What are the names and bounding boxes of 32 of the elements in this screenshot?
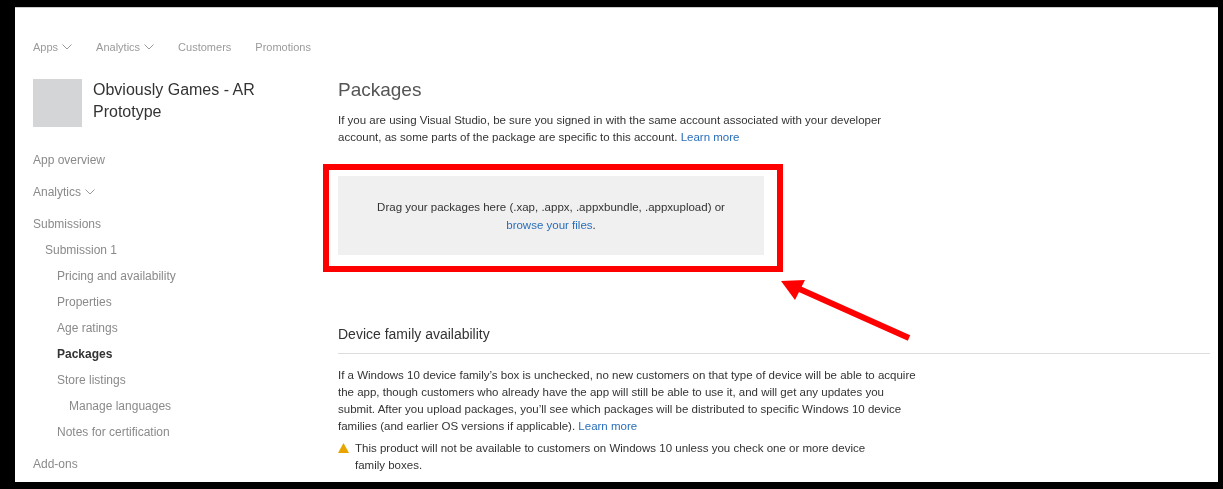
- warning-text: This product will not be available to customers on Windows 10 unless you check one or more device family boxes.: [355, 441, 867, 473]
- sidebar-item[interactable]: Packages: [57, 344, 113, 363]
- sidebar-item[interactable]: Age ratings: [57, 318, 118, 337]
- sidebar-item[interactable]: Properties: [57, 292, 112, 311]
- sidebar-item[interactable]: App overview: [33, 150, 106, 169]
- chevron-down-icon: [144, 44, 155, 51]
- drop-zone-text: Drag your packages here (.xap, .appx, .appxbundle, .appxupload) or browse your files.: [377, 199, 725, 233]
- sidebar-item[interactable]: Manage languages: [69, 396, 172, 415]
- sidebar-item[interactable]: Store listings: [57, 370, 126, 389]
- sidebar-item[interactable]: Pricing and availability: [57, 266, 176, 285]
- page-title: Packages: [338, 77, 423, 102]
- browse-files-link[interactable]: browse your files: [506, 218, 593, 231]
- app-name: Obviously Games - AR Prototype: [93, 79, 256, 122]
- chevron-down-icon: [62, 44, 73, 51]
- warning-icon: [338, 443, 349, 453]
- nav-link[interactable]: Analytics: [96, 39, 155, 56]
- sidebar-item[interactable]: Analytics: [33, 182, 96, 201]
- nav-link[interactable]: Customers: [178, 39, 232, 56]
- app-tile: [33, 78, 82, 127]
- nav-link[interactable]: Apps: [33, 39, 73, 56]
- sidebar-item[interactable]: Notes for certification: [57, 422, 170, 441]
- learn-more-link[interactable]: Learn more: [680, 131, 740, 143]
- intro-text: If you are using Visual Studio, be sure you signed in with the same account associated with your developer account, as some parts of the package are specific to this account. Learn more: [338, 113, 883, 145]
- sidebar-item[interactable]: Submissions: [33, 214, 102, 233]
- chevron-down-icon: [85, 188, 96, 195]
- drop-zone[interactable]: Drag your packages here (.xap, .appx, .appxbundle, .appxupload) or browse your files.: [338, 176, 764, 255]
- section-text: If a Windows 10 device family’s box is unchecked, no new customers on that type of device will be able to acquire the app, though customers who already have the app will still be able to use it, and will get any updates you submit. After you upload packages, you’ll see which packages will be distributed to specific Windows 10 device families (and earlier OS versions if applicable). Learn more: [338, 368, 917, 434]
- nav-link[interactable]: Promotions: [255, 39, 311, 56]
- learn-more-link[interactable]: Learn more: [578, 420, 638, 432]
- sidebar-item[interactable]: Submission 1: [45, 240, 118, 259]
- sidebar-item[interactable]: Add-ons: [33, 454, 78, 473]
- section-title: Device family availability: [338, 325, 491, 344]
